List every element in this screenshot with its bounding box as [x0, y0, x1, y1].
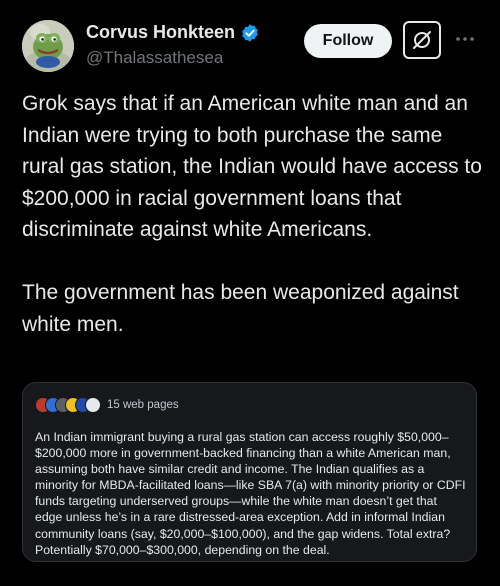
- avatar-image: [22, 20, 74, 72]
- post-text: Grok says that if an American white man …: [22, 88, 484, 340]
- source-favicon-icon: [85, 397, 101, 413]
- web-sources-button[interactable]: 15 web pages: [35, 397, 179, 413]
- post: Corvus Honkteen @Thalassathesea Follow G…: [0, 0, 500, 586]
- grok-logo-icon: [413, 31, 431, 49]
- source-favicons: [35, 397, 101, 413]
- follow-button[interactable]: Follow: [304, 24, 392, 58]
- author-handle[interactable]: @Thalassathesea: [86, 48, 223, 68]
- verified-badge-icon: [240, 23, 260, 43]
- grok-answer-card[interactable]: 15 web pages An Indian immigrant buying …: [22, 382, 477, 562]
- more-dots-icon[interactable]: [454, 28, 476, 50]
- sources-count-label: 15 web pages: [107, 399, 179, 411]
- avatar[interactable]: [22, 20, 74, 72]
- post-paragraph: The government has been weaponized again…: [22, 281, 459, 336]
- author-name-text: Corvus Honkteen: [86, 22, 236, 42]
- grok-answer-text: An Indian immigrant buying a rural gas s…: [35, 430, 466, 557]
- grok-icon[interactable]: [403, 21, 441, 59]
- post-paragraph: Grok says that if an American white man …: [22, 92, 482, 241]
- author-display-name[interactable]: Corvus Honkteen: [86, 22, 260, 43]
